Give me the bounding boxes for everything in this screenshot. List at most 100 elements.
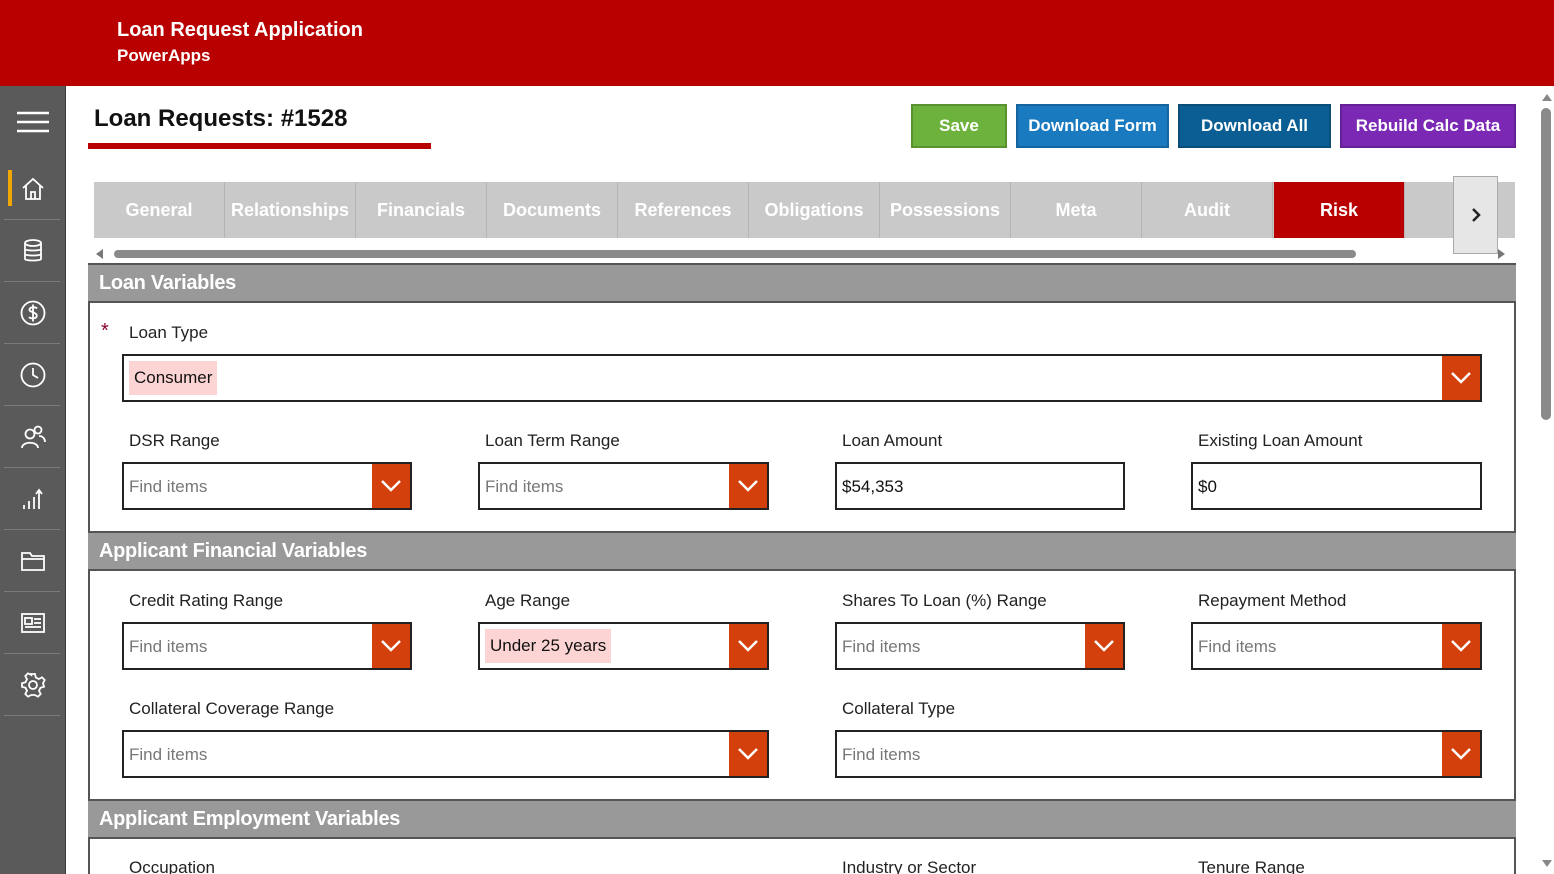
credit-rating-range-dropdown-button[interactable] <box>372 624 410 668</box>
existing-loan-amount-value: $0 <box>1198 477 1217 496</box>
section-header-applicant-employment: Applicant Employment Variables <box>88 799 1516 839</box>
collateral-coverage-range-combobox[interactable]: Find items <box>122 730 769 778</box>
sidebar-item-home[interactable] <box>0 158 66 220</box>
tab-audit[interactable]: Audit <box>1142 182 1273 238</box>
chevron-down-icon <box>1094 640 1114 652</box>
loan-amount-value: $54,353 <box>842 477 904 496</box>
dsr-range-combobox[interactable]: Find items <box>122 462 412 510</box>
repayment-method-dropdown-button[interactable] <box>1442 624 1480 668</box>
tab-references[interactable]: References <box>618 182 749 238</box>
tenure-range-label: Tenure Range <box>1198 858 1305 874</box>
tab-risk[interactable]: Risk <box>1274 182 1405 238</box>
clock-icon <box>20 362 46 388</box>
loan-term-range-label: Loan Term Range <box>485 431 620 450</box>
app-header: Loan Request Application PowerApps <box>0 0 1554 86</box>
page-scrollbar-thumb[interactable] <box>1541 108 1551 420</box>
section-header-loan-variables: Loan Variables <box>88 263 1516 303</box>
loan-type-label: Loan Type <box>129 323 209 342</box>
chevron-down-icon <box>738 748 758 760</box>
chart-icon <box>23 488 43 509</box>
download-form-button[interactable]: Download Form <box>1016 104 1169 148</box>
tab-documents[interactable]: Documents <box>487 182 618 238</box>
dollar-icon <box>20 300 46 326</box>
sidebar-item-reports[interactable] <box>0 468 66 530</box>
required-marker: * <box>101 320 109 342</box>
sidebar-item-settings[interactable] <box>0 654 66 716</box>
industry-or-sector-label: Industry or Sector <box>842 858 977 874</box>
collateral-type-placeholder: Find items <box>842 745 921 764</box>
collateral-type-dropdown-button[interactable] <box>1442 732 1480 776</box>
chevron-down-icon <box>738 480 758 492</box>
tab-financials[interactable]: Financials <box>356 182 487 238</box>
tab-obligations[interactable]: Obligations <box>749 182 880 238</box>
sidebar-item-history[interactable] <box>0 344 66 406</box>
tab-bar: General Relationships Financials Documen… <box>94 182 1515 238</box>
collateral-coverage-range-label: Collateral Coverage Range <box>129 699 335 718</box>
tab-relationships[interactable]: Relationships <box>225 182 356 238</box>
shares-to-loan-range-label: Shares To Loan (%) Range <box>842 591 1047 610</box>
gear-icon <box>21 672 46 698</box>
sidebar <box>0 86 66 874</box>
existing-loan-amount-label: Existing Loan Amount <box>1198 431 1363 450</box>
shares-to-loan-range-combobox[interactable]: Find items <box>835 622 1125 670</box>
chevron-down-icon <box>1451 748 1471 760</box>
rebuild-calc-data-button[interactable]: Rebuild Calc Data <box>1340 104 1516 148</box>
section-header-applicant-financial: Applicant Financial Variables <box>88 531 1516 571</box>
age-range-combobox[interactable]: Under 25 years <box>478 622 769 670</box>
loan-type-combobox[interactable]: Consumer <box>122 354 1482 402</box>
age-range-dropdown-button[interactable] <box>729 624 767 668</box>
collateral-type-combobox[interactable]: Find items <box>835 730 1482 778</box>
credit-rating-range-combobox[interactable]: Find items <box>122 622 412 670</box>
app-subtitle: PowerApps <box>117 46 211 65</box>
existing-loan-amount-input[interactable]: $0 <box>1191 462 1482 510</box>
age-range-label: Age Range <box>485 591 571 610</box>
tab-general[interactable]: General <box>94 182 225 238</box>
tab-possessions[interactable]: Possessions <box>880 182 1011 238</box>
loan-type-selected-chip[interactable]: Consumer <box>129 361 218 395</box>
active-marker <box>8 170 12 206</box>
scroll-down-arrow-icon[interactable] <box>1542 860 1552 867</box>
tab-scroll-next-button[interactable] <box>1453 176 1498 254</box>
loan-term-range-placeholder: Find items <box>485 477 564 496</box>
chevron-down-icon <box>1451 640 1471 652</box>
tab-scrollbar-thumb[interactable] <box>114 250 1356 258</box>
loan-type-dropdown-button[interactable] <box>1442 356 1480 400</box>
chevron-right-icon <box>1471 208 1481 222</box>
chevron-down-icon <box>381 480 401 492</box>
title-underline <box>88 143 431 149</box>
dsr-range-label: DSR Range <box>129 431 220 450</box>
loan-amount-label: Loan Amount <box>842 431 943 450</box>
age-range-selected-chip[interactable]: Under 25 years <box>485 629 612 663</box>
folder-icon <box>21 552 45 571</box>
sidebar-item-files[interactable] <box>0 530 66 592</box>
hamburger-menu-button[interactable] <box>0 86 66 158</box>
sidebar-item-finance[interactable] <box>0 282 66 344</box>
chevron-down-icon <box>1451 372 1471 384</box>
sidebar-item-people[interactable] <box>0 406 66 468</box>
shares-to-loan-range-dropdown-button[interactable] <box>1085 624 1123 668</box>
collateral-type-label: Collateral Type <box>842 699 956 718</box>
dsr-range-dropdown-button[interactable] <box>372 464 410 508</box>
page-title: Loan Requests: #1528 <box>94 105 348 132</box>
credit-rating-range-placeholder: Find items <box>129 637 208 656</box>
loan-term-range-dropdown-button[interactable] <box>729 464 767 508</box>
repayment-method-label: Repayment Method <box>1198 591 1347 610</box>
collateral-coverage-range-dropdown-button[interactable] <box>729 732 767 776</box>
shares-to-loan-range-placeholder: Find items <box>842 637 921 656</box>
chevron-down-icon <box>738 640 758 652</box>
save-button[interactable]: Save <box>911 104 1007 148</box>
loan-amount-input[interactable]: $54,353 <box>835 462 1125 510</box>
loan-term-range-combobox[interactable]: Find items <box>478 462 769 510</box>
credit-rating-range-label: Credit Rating Range <box>129 591 284 610</box>
scroll-right-arrow-icon[interactable] <box>1498 249 1505 259</box>
collateral-coverage-range-placeholder: Find items <box>129 745 208 764</box>
tab-meta[interactable]: Meta <box>1011 182 1142 238</box>
download-all-button[interactable]: Download All <box>1178 104 1331 148</box>
scroll-up-arrow-icon[interactable] <box>1542 94 1552 101</box>
sidebar-item-database[interactable] <box>0 220 66 282</box>
sidebar-item-news[interactable] <box>0 592 66 654</box>
scroll-left-arrow-icon[interactable] <box>96 249 103 259</box>
repayment-method-combobox[interactable]: Find items <box>1191 622 1482 670</box>
newspaper-icon <box>21 613 45 633</box>
dsr-range-placeholder: Find items <box>129 477 208 496</box>
